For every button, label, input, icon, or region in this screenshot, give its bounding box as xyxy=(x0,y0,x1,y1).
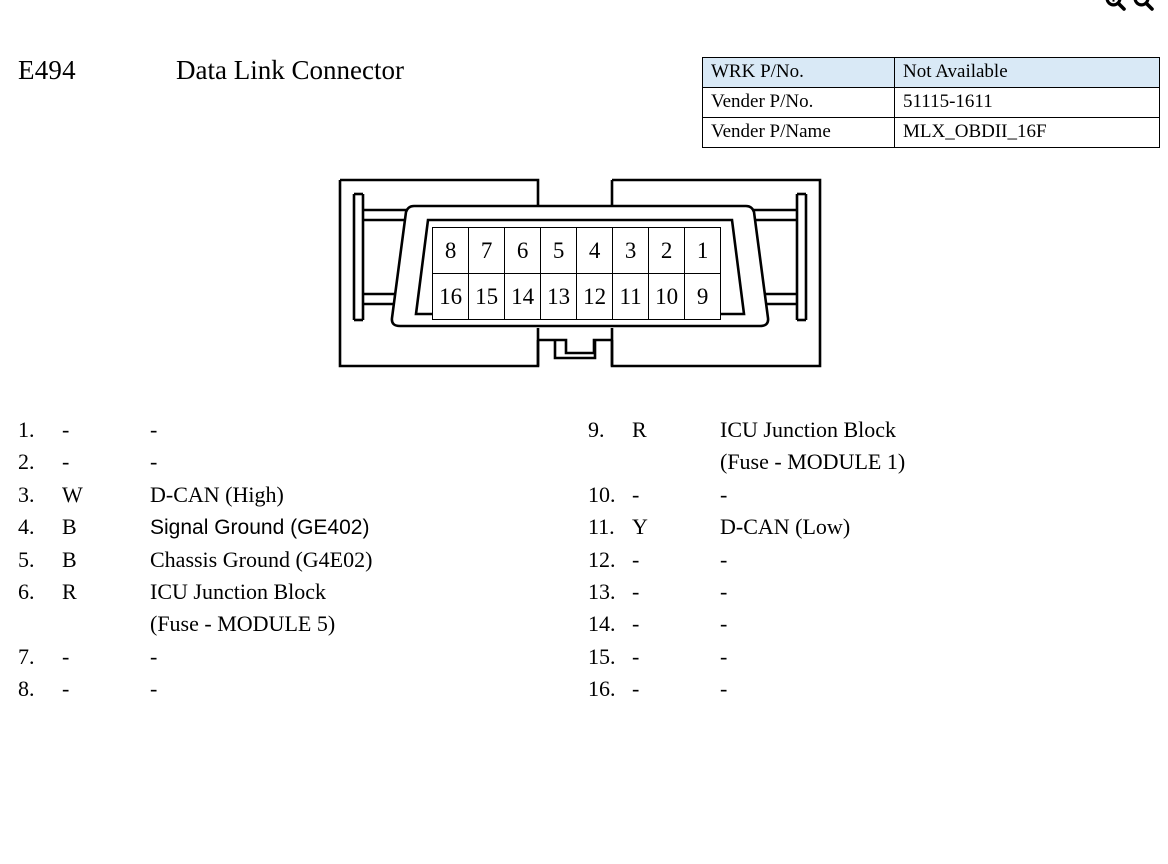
pin-number: 9. xyxy=(588,417,605,442)
pin-row: 14. - - xyxy=(588,608,1148,640)
pin-wire-color: - xyxy=(62,676,70,702)
pin-wire-color: Y xyxy=(632,514,648,540)
connector-code: E494 xyxy=(18,55,76,85)
pin-list-left: 1. - - 2. - - 3. W D-CAN (High) 4. B Signal Ground … xyxy=(18,414,578,706)
pin-number: 2. xyxy=(18,449,35,475)
connector-drawing xyxy=(338,178,822,368)
pin-row: 10. - - xyxy=(588,479,1148,511)
pin-wire-color: - xyxy=(62,449,70,475)
pin-wire-color: R xyxy=(62,578,77,604)
pin-number: 12. xyxy=(588,546,616,572)
pin-wire-color: - xyxy=(632,676,640,702)
vender-pno-value: 51115-1611 xyxy=(894,86,1160,118)
pin-description: Signal Ground (GE402) xyxy=(150,516,370,540)
zoom-out-icon[interactable] xyxy=(1132,0,1154,11)
pin-number: 11. xyxy=(588,514,615,540)
pin-list-right: 9. R ICU Junction Block 9.R(Fuse - MODULE 1… xyxy=(588,414,1148,706)
pin-row: 13. - - xyxy=(588,576,1148,608)
pin-row: 9. R ICU Junction Block xyxy=(588,414,1148,446)
pin-wire-color: - xyxy=(62,643,70,669)
table-row: Vender P/Name MLX_OBDII_16F xyxy=(702,116,1160,148)
zoom-in-icon[interactable] xyxy=(1104,0,1126,11)
table-row: Vender P/No. 51115-1611 xyxy=(702,86,1160,118)
pin-description-continued: (Fuse - MODULE 1) xyxy=(720,449,906,475)
pin-row: 12. - - xyxy=(588,544,1148,576)
pin-description: - xyxy=(150,417,158,442)
pin-row: 6. R ICU Junction Block xyxy=(18,576,578,608)
pin-number: 1. xyxy=(18,417,35,442)
pin-row: 5. B Chassis Ground (G4E02) xyxy=(18,544,578,576)
pin-row: 3. W D-CAN (High) xyxy=(18,479,578,511)
pin-description: - xyxy=(720,578,728,604)
vender-pno-label: Vender P/No. xyxy=(702,86,895,118)
pin-description: - xyxy=(150,676,158,702)
wrk-pno-value: Not Available xyxy=(894,57,1160,88)
page-title: Data Link Connector xyxy=(176,55,404,85)
pin-number: 6. xyxy=(18,578,35,604)
pin-wire-color: - xyxy=(632,578,640,604)
pin-number: 13. xyxy=(588,578,616,604)
pin-row-continuation: 6.R(Fuse - MODULE 5) xyxy=(18,608,578,640)
pin-row: 7. - - xyxy=(18,641,578,673)
pin-description: ICU Junction Block xyxy=(720,417,896,442)
pin-number: 14. xyxy=(588,611,616,637)
pin-description: - xyxy=(720,481,728,507)
pin-row: 1. - - xyxy=(18,414,578,446)
connector-diagram: 8 7 6 5 4 3 2 1 16 15 14 13 12 11 10 9 xyxy=(330,168,830,378)
vender-pname-value: MLX_OBDII_16F xyxy=(894,116,1160,148)
pin-number: 4. xyxy=(18,514,35,540)
pin-row: 16. - - xyxy=(588,673,1148,705)
pin-wire-color: - xyxy=(632,546,640,572)
pin-description: - xyxy=(150,643,158,669)
pin-wire-color: - xyxy=(632,481,640,507)
pin-description: - xyxy=(150,449,158,475)
zoom-toolbar[interactable] xyxy=(1104,0,1154,11)
part-info-table: WRK P/No. Not Available Vender P/No. 511… xyxy=(702,57,1160,148)
pin-number: 8. xyxy=(18,676,35,702)
pin-number: 16. xyxy=(588,676,616,702)
vender-pname-label: Vender P/Name xyxy=(702,116,895,148)
pin-row: 15. - - xyxy=(588,641,1148,673)
pin-description-continued: (Fuse - MODULE 5) xyxy=(150,611,336,637)
pin-description: D-CAN (Low) xyxy=(720,514,851,540)
wrk-pno-label: WRK P/No. xyxy=(702,57,895,88)
pin-number: 7. xyxy=(18,643,35,669)
pin-description: - xyxy=(720,676,728,702)
pin-number: 3. xyxy=(18,481,35,507)
pin-description: Chassis Ground (G4E02) xyxy=(150,546,373,572)
pin-wire-color: - xyxy=(632,643,640,669)
pin-number: 15. xyxy=(588,643,616,669)
pin-wire-color: R xyxy=(632,417,647,442)
pin-wire-color: - xyxy=(62,417,70,442)
pin-wire-color: - xyxy=(632,611,640,637)
pin-row: 11. Y D-CAN (Low) xyxy=(588,511,1148,543)
pin-row: 4. B Signal Ground (GE402) xyxy=(18,511,578,543)
pin-row: 2. - - xyxy=(18,446,578,478)
pin-wire-color: W xyxy=(62,481,83,507)
pin-description: - xyxy=(720,643,728,669)
pin-description: - xyxy=(720,546,728,572)
pin-wire-color: B xyxy=(62,546,77,572)
pin-number: 5. xyxy=(18,546,35,572)
pin-wire-color: B xyxy=(62,514,77,540)
pin-number: 10. xyxy=(588,481,616,507)
table-row: WRK P/No. Not Available xyxy=(702,57,1160,88)
pin-row-continuation: 9.R(Fuse - MODULE 1) xyxy=(588,446,1148,478)
pin-row: 8. - - xyxy=(18,673,578,705)
pin-description: D-CAN (High) xyxy=(150,481,284,507)
pin-description: - xyxy=(720,611,728,637)
pin-description: ICU Junction Block xyxy=(150,578,326,604)
